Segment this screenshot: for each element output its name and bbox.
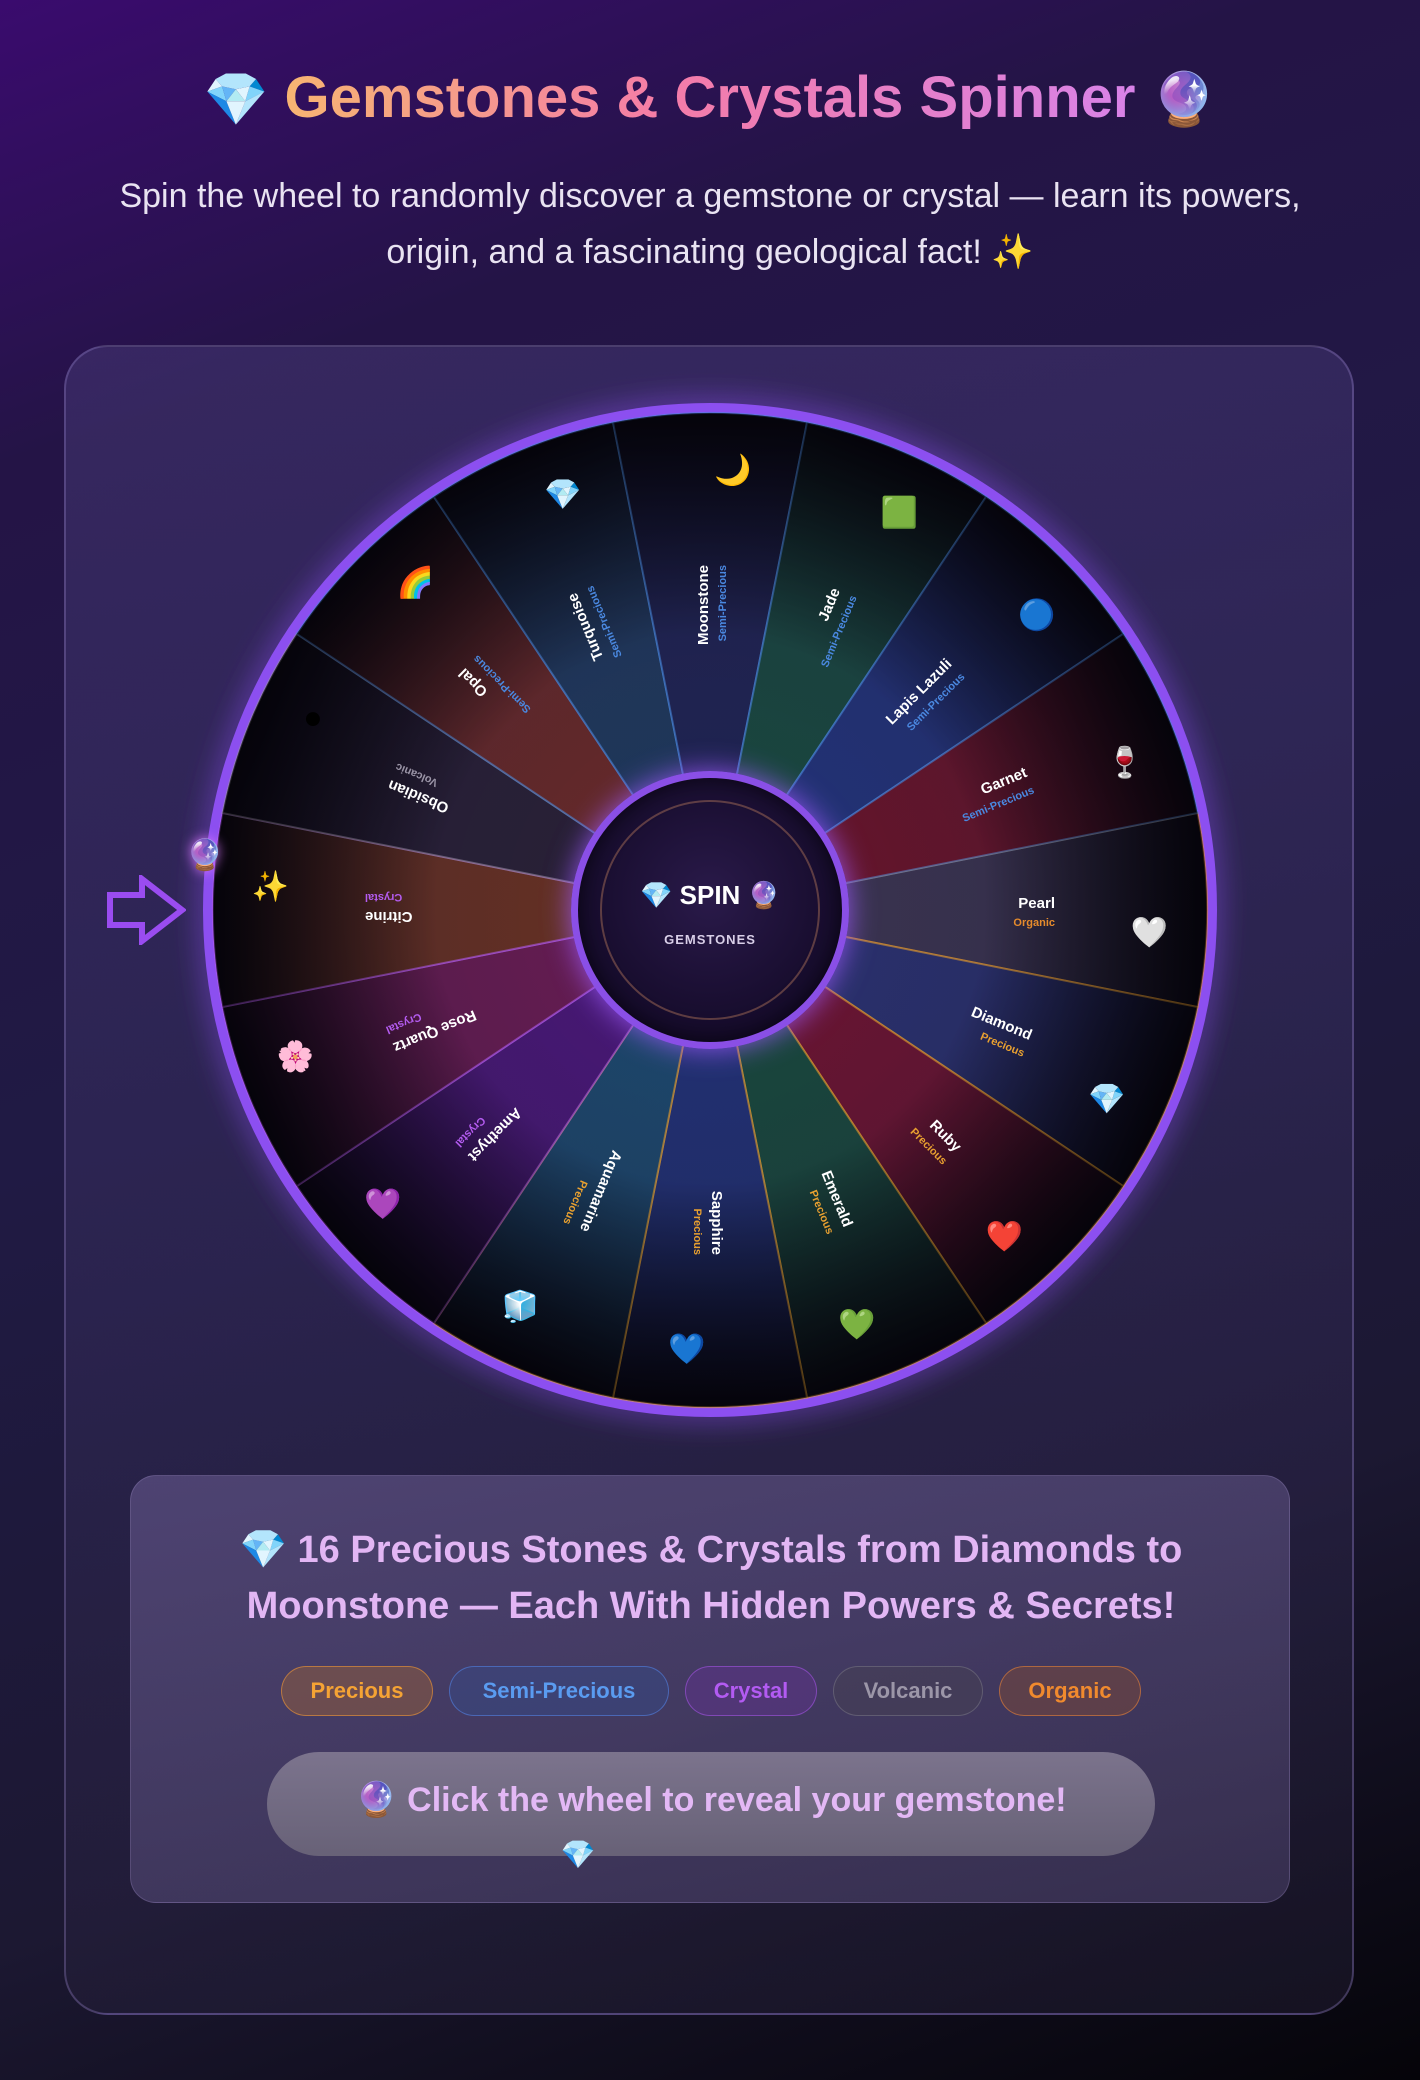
tag-precious: Precious	[281, 1666, 433, 1716]
gem-icon: 💎	[560, 1839, 596, 1870]
garnet-icon: 🍷	[1106, 745, 1143, 780]
tag-semi-precious: Semi-Precious	[449, 1666, 669, 1716]
segment-category: Organic	[1013, 917, 1055, 929]
spinner-wheel[interactable]: 🤍 Pearl Organic 💎 Diamond Precious ❤️ Ruby Preci…	[203, 403, 1217, 1417]
spin-sublabel: GEMSTONES	[664, 932, 756, 947]
sapphire-icon: 💙	[668, 1332, 706, 1366]
category-legend: Precious Semi-Precious Crystal Volcanic …	[131, 1666, 1291, 1718]
rose-quartz-icon: 🌸	[277, 1038, 314, 1073]
jade-icon: 🟩	[881, 494, 918, 529]
page-title: 💎 Gemstones & Crystals Spinner 🔮	[0, 60, 1420, 138]
aquamarine-icon: 🧊	[502, 1289, 539, 1325]
arrow-right-icon	[107, 875, 186, 945]
tag-organic: Organic	[999, 1666, 1141, 1716]
reveal-prompt-text: 🔮 Click the wheel to reveal your gemston…	[355, 1781, 1067, 1819]
page-title-text: Gemstones & Crystals Spinner	[284, 65, 1136, 130]
amethyst-icon: 💜	[364, 1187, 402, 1221]
diamond-icon: 💎	[1088, 1083, 1125, 1116]
tag-volcanic: Volcanic	[833, 1666, 983, 1716]
info-title: 💎 16 Precious Stones & Crystals from Dia…	[239, 1529, 1183, 1627]
crystal-ball-pointer-icon: 🔮	[186, 839, 224, 872]
ruby-icon: ❤️	[986, 1220, 1024, 1254]
citrine-icon: ✨	[252, 870, 289, 904]
spin-label: 💎 SPIN 🔮	[640, 880, 780, 910]
moonstone-icon: 🌙	[714, 452, 751, 488]
crystal-ball-icon: 🔮	[1151, 71, 1217, 129]
segment-name: Moonstone	[695, 565, 712, 645]
tag-crystal: Crystal	[685, 1666, 817, 1716]
pearl-icon: 🤍	[1131, 916, 1169, 950]
reveal-prompt-button[interactable]: 🔮 Click the wheel to reveal your gemston…	[267, 1752, 1155, 1856]
segment-category: Precious	[691, 1209, 703, 1255]
segment-name: Pearl	[1018, 895, 1055, 912]
turquoise-icon: 💎	[544, 479, 581, 512]
segment-category: Crystal	[365, 891, 402, 903]
lapis-lazuli-icon: 🔵	[1018, 597, 1055, 632]
emerald-icon: 💚	[838, 1307, 876, 1341]
obsidian-icon: ⚫	[300, 704, 325, 737]
info-panel: 💎 16 Precious Stones & Crystals from Dia…	[130, 1475, 1290, 1903]
page-subtitle: Spin the wheel to randomly discover a ge…	[119, 177, 1301, 271]
opal-icon: 🌈	[397, 564, 434, 600]
spin-button[interactable]: 💎 SPIN 🔮 GEMSTONES	[571, 771, 849, 1049]
segment-name: Citrine	[365, 908, 413, 925]
segment-name: Sapphire	[708, 1191, 725, 1255]
segment-category: Semi-Precious	[717, 565, 729, 641]
gem-icon: 💎	[203, 71, 269, 129]
